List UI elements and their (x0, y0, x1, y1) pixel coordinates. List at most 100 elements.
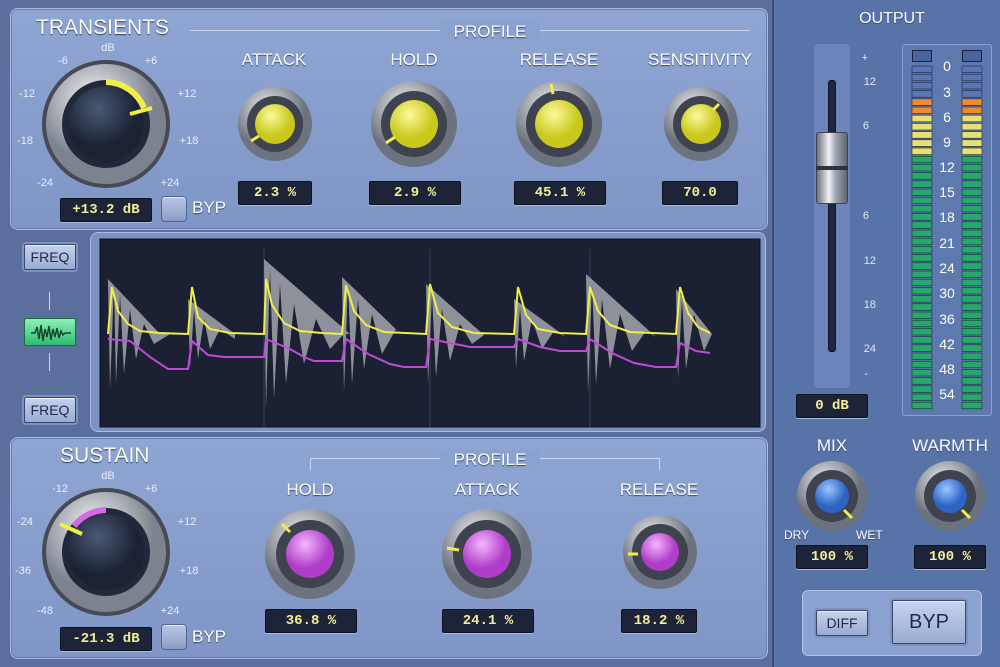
sustain-gain-tick: +12 (177, 516, 197, 528)
meter-segment (911, 401, 933, 410)
meter-segment (911, 180, 933, 188)
fader-scale-label: 24 (863, 343, 876, 355)
meter-scale-label: 30 (939, 285, 955, 301)
knob-label-sensitivity: SENSITIVITY (648, 50, 752, 69)
meter-segment (911, 254, 933, 262)
meter-segment (961, 278, 983, 287)
meter-segment (911, 147, 933, 155)
meter-clip-right[interactable] (962, 50, 982, 62)
meter-segment (961, 336, 983, 344)
freq-button-bottom[interactable]: FREQ (24, 397, 76, 423)
meter-scale-label: 0 (943, 58, 951, 74)
transient-bypass-checkbox[interactable] (161, 196, 187, 222)
sustain-release-readout: 18.2 % (621, 609, 697, 633)
release-readout: 45.1 % (514, 181, 606, 205)
meter-segment (961, 262, 983, 270)
meter-segment (911, 188, 933, 196)
meter-segment (911, 221, 933, 229)
output-bypass-button[interactable]: BYP (892, 600, 966, 644)
waveform-button[interactable] (24, 318, 76, 346)
meter-segment (961, 303, 983, 311)
warmth-knob[interactable] (914, 460, 986, 532)
meter-segment (911, 270, 933, 278)
meter-segment (911, 352, 933, 360)
waveform-display (99, 238, 761, 428)
meter-segment (961, 360, 983, 369)
meter-segment (911, 369, 933, 377)
meter-segment (911, 311, 933, 319)
meter-scale-label: 24 (939, 260, 955, 276)
sustain-gain-knob[interactable] (40, 486, 172, 618)
meter-scale-label: 6 (943, 109, 951, 125)
meter-segment (961, 147, 983, 155)
fader-scale-label: 6 (862, 210, 869, 222)
meter-segment (961, 287, 983, 295)
sustain-hold-readout: 36.8 % (265, 609, 357, 633)
release-knob[interactable] (515, 80, 603, 168)
meter-segment (911, 131, 933, 139)
sustain-gain-readout: -21.3 dB (60, 627, 152, 651)
sustain-knob-label-hold: HOLD (286, 480, 334, 499)
meter-segment (911, 114, 933, 123)
sensitivity-readout: 70.0 (662, 181, 738, 205)
meter-scale-label: 21 (939, 235, 955, 251)
knob-label-hold: HOLD (390, 50, 438, 69)
meter-segment (911, 196, 933, 205)
transient-gain-knob[interactable] (40, 58, 172, 190)
diff-button[interactable]: DIFF (816, 610, 868, 636)
meter-segment (961, 82, 983, 90)
meter-segment (961, 385, 983, 393)
meter-segment (961, 328, 983, 336)
meter-segment (911, 98, 933, 106)
sustain-gain-tick: -24 (17, 516, 33, 528)
meter-segment (961, 155, 983, 164)
mix-readout: 100 % (796, 545, 868, 569)
meter-segment (961, 221, 983, 229)
meter-segment (911, 172, 933, 180)
meter-segment (911, 385, 933, 393)
meter-scale-label: 3 (943, 84, 951, 100)
fader-scale-label: + (861, 52, 868, 64)
attack-knob[interactable] (237, 86, 313, 162)
meter-segment (961, 311, 983, 319)
meter-segment (961, 344, 983, 352)
attack-readout: 2.3 % (238, 181, 312, 205)
hold-readout: 2.9 % (369, 181, 461, 205)
meter-segment (961, 106, 983, 114)
sensitivity-knob[interactable] (663, 86, 739, 162)
sustain-release-knob[interactable] (622, 514, 698, 590)
meter-scale-label: 54 (939, 386, 955, 402)
meter-scale-label: 12 (939, 159, 955, 175)
meter-segment (961, 205, 983, 213)
meter-segment (911, 237, 933, 246)
meter-segment (961, 164, 983, 172)
fader-readout: 0 dB (796, 394, 868, 418)
fader-slot (828, 80, 836, 352)
sustain-hold-knob[interactable] (264, 508, 356, 600)
mix-knob[interactable] (796, 460, 868, 532)
freq-button-top[interactable]: FREQ (24, 244, 76, 270)
mix-label: MIX (816, 436, 848, 455)
knob-label-release: RELEASE (519, 50, 599, 69)
sustain-bypass-checkbox[interactable] (161, 624, 187, 650)
meter-segment (961, 123, 983, 131)
sustain-title: SUSTAIN (60, 444, 150, 467)
waveform-icon (31, 324, 71, 342)
meter-segment (911, 295, 933, 303)
meter-clip-left[interactable] (912, 50, 932, 62)
meter-segment (961, 65, 983, 73)
sustain-attack-knob[interactable] (441, 508, 533, 600)
dry-label: DRY (784, 528, 810, 542)
meter-segment (961, 131, 983, 139)
meter-segment (961, 172, 983, 180)
hold-knob[interactable] (370, 80, 458, 168)
transient-gain-readout: +13.2 dB (60, 198, 152, 222)
meter-segment (961, 90, 983, 98)
gain-tick: +18 (179, 135, 199, 147)
meter-segment (911, 377, 933, 385)
meter-segment (961, 352, 983, 360)
sustain-gain-unit: dB (101, 470, 115, 482)
meter-segment (911, 229, 933, 237)
sustain-bypass-label: BYP (192, 627, 227, 646)
fader-handle-grip (816, 166, 848, 170)
